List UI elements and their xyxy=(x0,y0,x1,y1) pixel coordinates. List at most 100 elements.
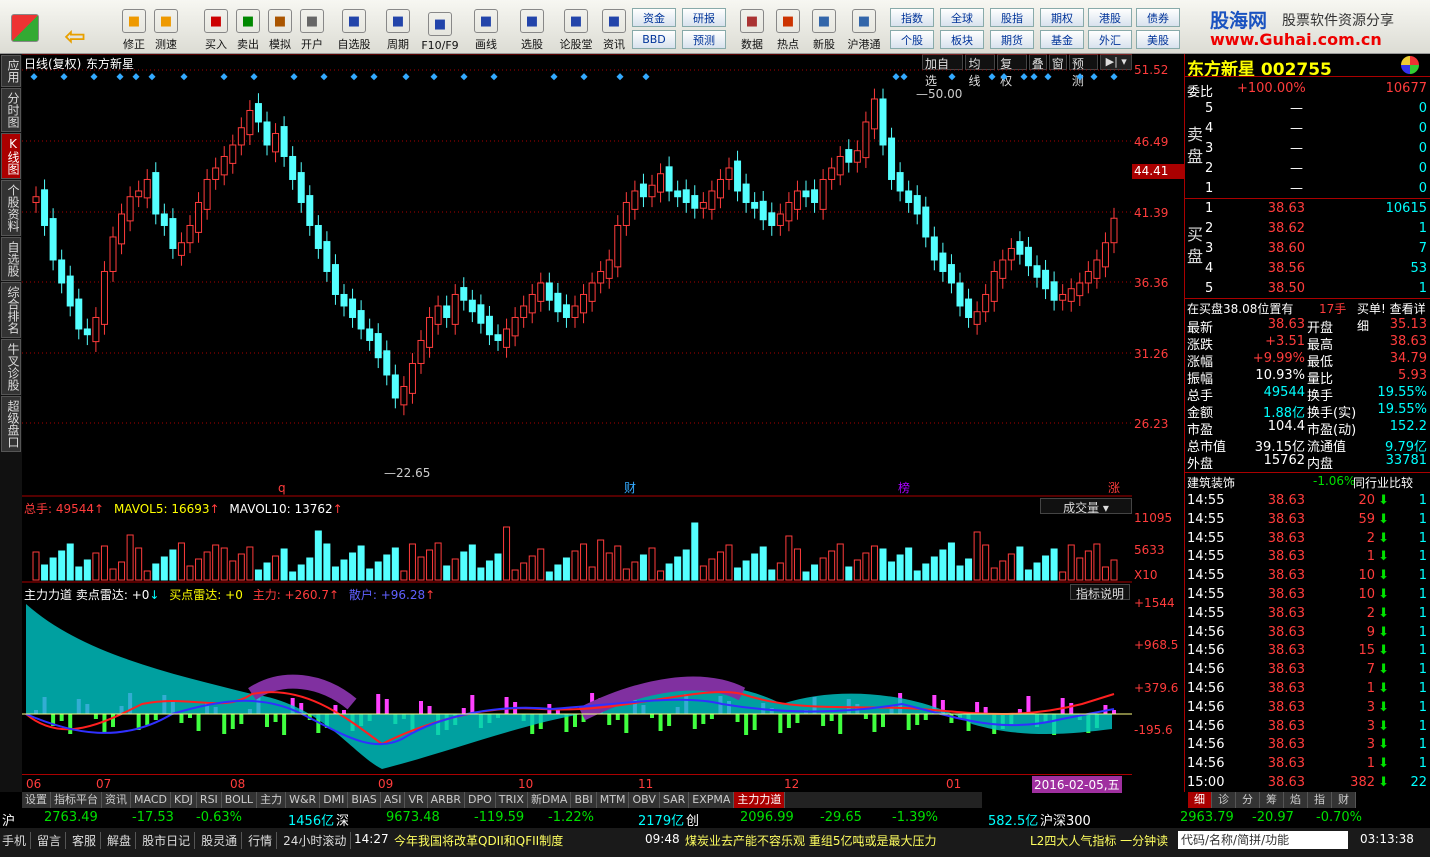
toolbar-btn-7[interactable]: ■ 周期 xyxy=(378,4,418,52)
kline-chart-area[interactable]: 日线(复权) 东方新星 加自选 均线 复权叠窗预测 ▶| ▾ —50.00 —22.65… xyxy=(22,54,1133,793)
indicator-tab-8[interactable]: W&R xyxy=(286,792,321,808)
indicator-tab-16[interactable]: 新DMA xyxy=(527,792,572,808)
toolbar-btn-16[interactable]: ■ 沪港通 xyxy=(844,4,884,52)
indicator-tab-21[interactable]: EXPMA xyxy=(689,792,735,808)
detail-tab-6[interactable]: 财 xyxy=(1332,792,1356,808)
quick-btn-8[interactable]: BBD xyxy=(632,30,676,49)
toolbar-btn-6[interactable]: ■ 自选股 xyxy=(334,4,374,52)
indicator-tab-19[interactable]: OBV xyxy=(629,792,660,808)
quick-btn-4[interactable]: 股指 xyxy=(990,8,1034,27)
left-tab-0[interactable]: 应用 xyxy=(1,55,21,87)
detail-tab-1[interactable]: 诊 xyxy=(1212,792,1236,808)
indicator-bar xyxy=(872,714,877,732)
indicator-tab-22[interactable]: 主力力道 xyxy=(734,792,786,808)
order-info[interactable]: 在买盘38.08位置有 17手 买单! 查看详细 xyxy=(1185,298,1430,333)
left-tab-2[interactable]: K线图 xyxy=(1,133,21,179)
left-tab-7[interactable]: 超级盘口 xyxy=(1,396,21,452)
indicator-tab-13[interactable]: ARBR xyxy=(427,792,466,808)
quick-btn-2[interactable]: 指数 xyxy=(890,8,934,27)
toolbar-btn-13[interactable]: ■ 数据 xyxy=(732,4,772,52)
quick-btn-1[interactable]: 研报 xyxy=(682,8,726,27)
bottom-item-1[interactable]: 留言 xyxy=(37,832,67,849)
indicator-tab-12[interactable]: VR xyxy=(405,792,428,808)
sector-row[interactable]: 建筑装饰 -1.06% 同行业比较 xyxy=(1185,472,1430,490)
bottom-item-5[interactable]: 股灵通 xyxy=(201,832,243,849)
quick-btn-0[interactable]: 资金 xyxy=(632,8,676,27)
back-button[interactable]: ⇦ xyxy=(58,4,92,52)
left-tab-5[interactable]: 综合排名 xyxy=(1,282,21,338)
bottom-item-6[interactable]: 行情 xyxy=(248,832,278,849)
indicator-tab-3[interactable]: MACD xyxy=(131,792,171,808)
toolbar-btn-8[interactable]: ■ F10/F9 xyxy=(420,4,460,52)
detail-tab-0[interactable]: 细 xyxy=(1188,792,1212,808)
date-tick: 07 xyxy=(96,777,112,791)
indicator-tab-11[interactable]: ASI xyxy=(380,792,406,808)
candle-body xyxy=(947,264,955,284)
bottom-item-4[interactable]: 股市日记 xyxy=(142,832,196,849)
bottom-item-0[interactable]: 手机 xyxy=(2,832,32,849)
indicator-tab-18[interactable]: MTM xyxy=(596,792,630,808)
indicator-tab-14[interactable]: DPO xyxy=(465,792,496,808)
indicator-tab-6[interactable]: BOLL xyxy=(221,792,258,808)
indicator-tab-4[interactable]: KDJ xyxy=(170,792,197,808)
indicator-tab-15[interactable]: TRIX xyxy=(495,792,528,808)
news-headline-3[interactable]: L2四大人气指标 一分钟读 xyxy=(1030,832,1168,849)
detail-tab-5[interactable]: 指 xyxy=(1308,792,1332,808)
news-headline-1[interactable]: 今年我国将改革QDII和QFII制度 xyxy=(394,832,563,849)
indicator-tab-2[interactable]: 资讯 xyxy=(102,792,131,808)
quick-btn-7[interactable]: 债券 xyxy=(1136,8,1180,27)
indicator-tab-9[interactable]: DMI xyxy=(320,792,349,808)
left-tab-3[interactable]: 个股资料 xyxy=(1,180,21,236)
kline-svg[interactable]: —50.00 —22.65 q 财 榜 涨 xyxy=(22,54,1132,792)
detail-tab-4[interactable]: 焰 xyxy=(1284,792,1308,808)
search-input[interactable]: 代码/名称/简拼/功能 xyxy=(1178,831,1348,849)
sell-row-0-cell: — xyxy=(1290,101,1303,116)
signal-marker xyxy=(460,73,468,81)
left-tab-4[interactable]: 自选股 xyxy=(1,237,21,281)
toolbar-btn-11[interactable]: ■ 论股堂 xyxy=(556,4,596,52)
quick-btn-13[interactable]: 基金 xyxy=(1040,30,1084,49)
event-mark[interactable]: 财 xyxy=(624,481,636,495)
toolbar-btn-12[interactable]: ■ 资讯 xyxy=(594,4,634,52)
volume-indicator-select[interactable]: 成交量 ▾ xyxy=(1040,498,1132,515)
toolbar-btn-10[interactable]: ■ 选股 xyxy=(512,4,552,52)
bottom-item-7[interactable]: 24小时滚动 xyxy=(283,832,352,849)
detail-tab-3[interactable]: 筹 xyxy=(1260,792,1284,808)
quick-btn-5[interactable]: 期权 xyxy=(1040,8,1084,27)
toolbar-btn-15[interactable]: ■ 新股 xyxy=(804,4,844,52)
indicator-tab-17[interactable]: BBI xyxy=(571,792,597,808)
quick-btn-12[interactable]: 期货 xyxy=(990,30,1034,49)
bottom-item-3[interactable]: 解盘 xyxy=(107,832,137,849)
news-headline-2[interactable]: 煤炭业去产能不容乐观 重组5亿吨或是最大压力 xyxy=(685,832,936,849)
indicator-tab-7[interactable]: 主力 xyxy=(257,792,287,808)
quick-btn-14[interactable]: 外汇 xyxy=(1088,30,1132,49)
toolbar-btn-1[interactable]: ■ 测速 xyxy=(146,4,186,52)
toolbar-btn-14[interactable]: ■ 热点 xyxy=(768,4,808,52)
event-mark[interactable]: 榜 xyxy=(898,480,910,495)
bottom-item-2[interactable]: 客服 xyxy=(72,832,102,849)
indicator-help-button[interactable]: 指标说明 xyxy=(1070,584,1130,601)
quick-btn-9[interactable]: 预测 xyxy=(682,30,726,49)
quick-btn-11[interactable]: 板块 xyxy=(940,30,984,49)
indicator-tab-5[interactable]: RSI xyxy=(196,792,222,808)
indicator-tab-1[interactable]: 指标平台 xyxy=(51,792,102,808)
event-mark[interactable]: 涨 xyxy=(1108,480,1120,495)
pie-icon[interactable] xyxy=(1401,56,1419,74)
detail-tab-2[interactable]: 分 xyxy=(1236,792,1260,808)
left-tab-1[interactable]: 分时图 xyxy=(1,88,21,132)
quick-btn-3[interactable]: 全球 xyxy=(940,8,984,27)
event-mark[interactable]: q xyxy=(278,481,286,495)
high-label: —50.00 xyxy=(916,87,962,101)
quick-btn-15[interactable]: 美股 xyxy=(1136,30,1180,49)
volume-bar xyxy=(990,567,998,581)
menu-logo-icon[interactable] xyxy=(8,4,42,52)
indicator-tab-20[interactable]: SAR xyxy=(659,792,690,808)
left-tab-6[interactable]: 牛叉诊股 xyxy=(1,339,21,395)
toolbar-btn-9[interactable]: ■ 画线 xyxy=(466,4,506,52)
indicator-tab-0[interactable]: 设置 xyxy=(22,792,51,808)
quick-btn-6[interactable]: 港股 xyxy=(1088,8,1132,27)
indicator-tab-10[interactable]: BIAS xyxy=(348,792,381,808)
quick-btn-10[interactable]: 个股 xyxy=(890,30,934,49)
toolbar-btn-5[interactable]: ■ 开户 xyxy=(292,4,332,52)
volume-bar xyxy=(306,557,314,581)
